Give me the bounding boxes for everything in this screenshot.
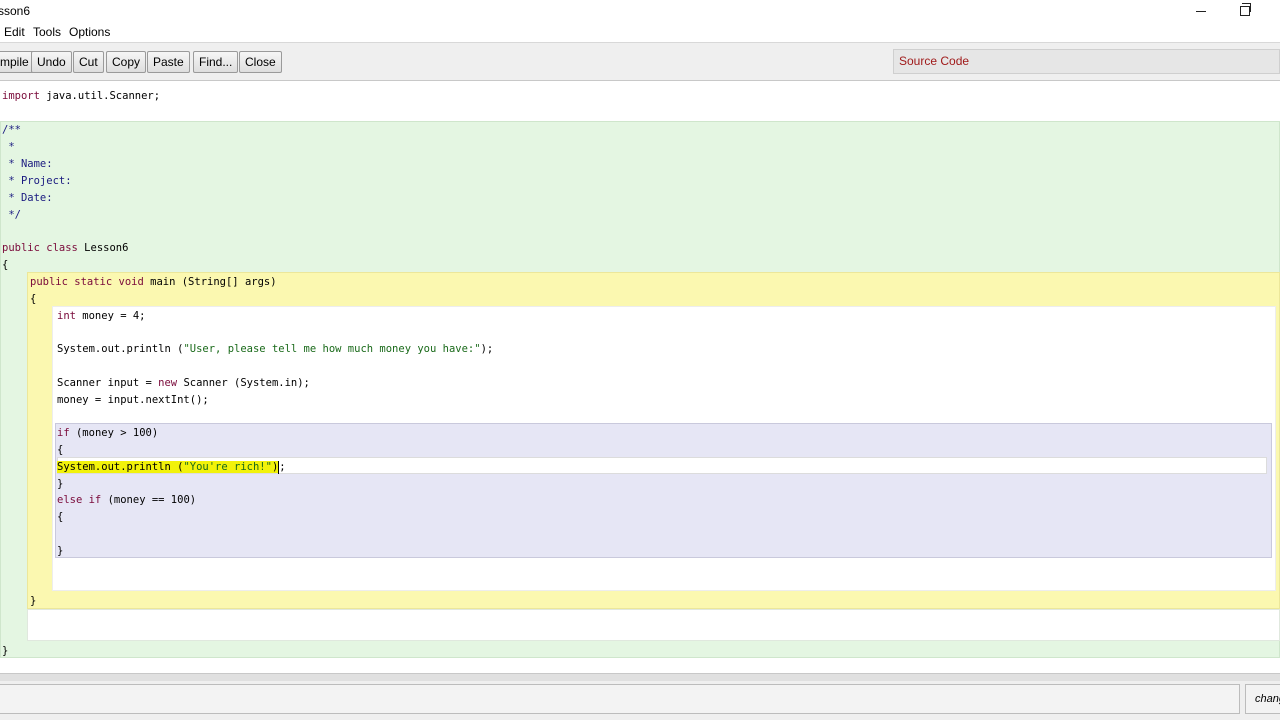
code-line-text: java.util.Scanner; <box>46 90 161 102</box>
code-line: } <box>2 645 9 657</box>
code-line: int money = 4; <box>57 310 146 322</box>
title-bar: sson6 <box>0 0 1280 22</box>
cut-button[interactable]: Cut <box>73 51 104 73</box>
code-line: * Name: <box>2 158 53 170</box>
code-line: public class Lesson6 <box>2 242 129 254</box>
paste-button[interactable]: Paste <box>147 51 190 73</box>
code-line: /** <box>2 124 21 136</box>
code-line-selected: System.out.println ("You're rich!"); <box>57 460 286 474</box>
code-line: * <box>2 141 15 153</box>
status-message <box>0 684 1240 714</box>
undo-button[interactable]: Undo <box>31 51 72 73</box>
code-line: * Date: <box>2 192 53 204</box>
code-line: else if (money == 100) <box>57 494 197 506</box>
minimize-icon <box>1196 10 1206 12</box>
menu-edit[interactable]: Edit <box>4 25 25 39</box>
code-line: */ <box>2 209 21 221</box>
menu-options[interactable]: Options <box>69 25 110 39</box>
text-caret <box>278 460 280 474</box>
status-changed-indicator: changed <box>1245 684 1280 714</box>
toolbar: mpile Undo Cut Copy Paste Find... Close … <box>0 43 1280 81</box>
minimize-button[interactable] <box>1178 0 1224 22</box>
compile-button[interactable]: mpile <box>0 51 35 73</box>
code-line: if (money > 100) <box>57 427 159 439</box>
restore-icon <box>1240 3 1251 16</box>
copy-button[interactable]: Copy <box>106 51 147 73</box>
code-line: } <box>57 478 64 490</box>
code-line: { <box>2 259 9 271</box>
code-line: money = input.nextInt(); <box>57 394 209 406</box>
window-title: sson6 <box>0 4 31 18</box>
status-bar: changed <box>0 681 1280 720</box>
code-line: public static void main (String[] args) <box>30 276 277 288</box>
code-line: { <box>57 511 64 523</box>
code-line: Scanner input = new Scanner (System.in); <box>57 377 310 389</box>
menu-bar: Edit Tools Options <box>0 22 1280 43</box>
code-editor[interactable]: import java.util.Scanner; /** * * Name: … <box>0 81 1280 673</box>
class-trailing-block <box>27 609 1280 641</box>
code-line: { <box>57 444 64 456</box>
restore-button[interactable] <box>1222 0 1268 22</box>
code-line: } <box>30 595 37 607</box>
menu-tools[interactable]: Tools <box>33 25 61 39</box>
view-selector[interactable]: Source Code <box>893 49 1280 74</box>
if-scope-block <box>55 423 1272 558</box>
code-line: import java.util.Scanner; <box>2 90 161 102</box>
close-button[interactable]: Close <box>239 51 282 73</box>
code-line: System.out.println ("User, please tell m… <box>57 343 494 355</box>
find-button[interactable]: Find... <box>193 51 239 73</box>
code-line: } <box>57 545 64 557</box>
code-line: { <box>30 293 37 305</box>
code-line: * Project: <box>2 175 72 187</box>
